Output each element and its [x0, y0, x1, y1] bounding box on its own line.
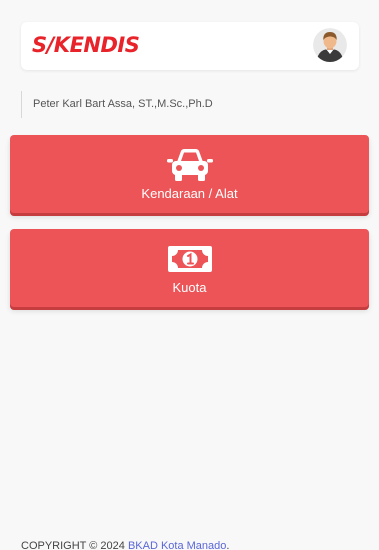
- user-name: Peter Karl Bart Assa, ST.,M.Sc.,Ph.D: [21, 91, 213, 118]
- kendaraan-alat-label: Kendaraan / Alat: [141, 186, 238, 201]
- kuota-button[interactable]: Kuota: [10, 229, 369, 307]
- app-header: S/KENDIS: [21, 22, 359, 70]
- user-avatar-icon[interactable]: [313, 28, 347, 62]
- kuota-label: Kuota: [172, 280, 207, 295]
- app-logo[interactable]: S/KENDIS: [32, 32, 140, 58]
- footer-period: .: [226, 540, 230, 550]
- copyright-footer: COPYRIGHT © 2024 BKAD Kota Manado.: [21, 539, 229, 550]
- money-icon: [167, 246, 212, 272]
- bkad-link[interactable]: BKAD Kota Manado: [128, 540, 226, 550]
- copyright-text: COPYRIGHT © 2024: [21, 540, 128, 550]
- page: S/KENDIS Peter Karl Bart Assa, ST.,M.Sc.…: [0, 0, 379, 550]
- car-icon: [166, 149, 213, 181]
- kendaraan-alat-button[interactable]: Kendaraan / Alat: [10, 135, 369, 213]
